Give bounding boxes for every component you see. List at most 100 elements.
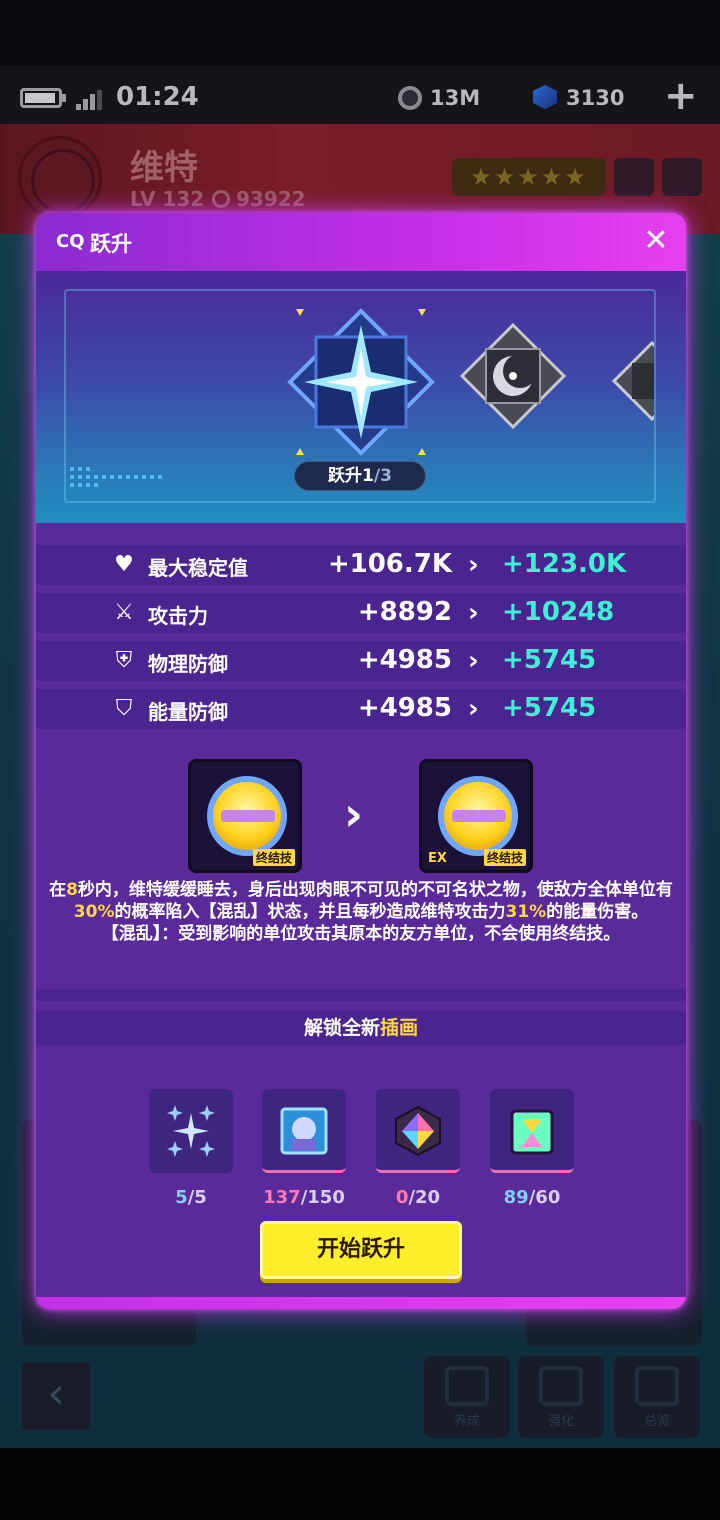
rank-next-emblem-icon: [612, 341, 654, 421]
desc-text: 的概率陷入【混乱】状态，并且每秒造成维特攻击力: [114, 902, 506, 922]
material-need: /20: [408, 1187, 441, 1208]
heart-pulse-icon: ♥: [114, 552, 134, 577]
desc-value: 31%: [505, 902, 547, 922]
clock-time: 01:24: [116, 82, 199, 112]
stat-current-value: +8892: [357, 597, 452, 627]
material-slot[interactable]: [262, 1089, 346, 1173]
material-have: 137: [263, 1187, 301, 1208]
add-currency-button[interactable]: +: [664, 76, 698, 116]
material-slot[interactable]: [149, 1089, 233, 1173]
character-portrait-icon: [280, 1107, 328, 1155]
desc-value: 8: [66, 880, 78, 900]
material-need: /150: [300, 1187, 345, 1208]
rank-max: /3: [373, 466, 392, 486]
material-count: 89/60: [482, 1187, 582, 1208]
desc-value: 30%: [73, 902, 115, 922]
skill-next-icon[interactable]: EX 终结技: [419, 759, 533, 873]
unlock-banner: 解锁全新插画: [36, 1011, 686, 1045]
material-need: /60: [528, 1187, 561, 1208]
sparkle-stars-icon: [167, 1105, 215, 1157]
top-bar: [0, 0, 720, 66]
skill-description: 在8秒内，维特缓缓睡去，身后出现肉眼不可见的不可名状之物，使敌方全体单位有30%…: [48, 879, 674, 945]
rank-label: 跃升: [328, 466, 363, 486]
character-level: LV 132: [130, 187, 205, 211]
stat-next-value: +123.0K: [502, 549, 627, 579]
coin-amount: 13M: [430, 86, 481, 110]
stat-name: 物理防御: [148, 652, 228, 676]
stat-current-value: +4985: [357, 645, 452, 675]
skill-orb-bar: [221, 810, 275, 822]
ascend-dialog: CQ 跃升 ✕ 跃升1/3 ♥ 最大稳定值 +106.7K › +123.0K …: [36, 213, 686, 1309]
prism-crystal-icon: [395, 1105, 441, 1157]
material-count: 137/150: [254, 1187, 354, 1208]
rank-moon-emblem-icon: [460, 323, 566, 429]
material-need: /5: [187, 1187, 207, 1208]
rank-star-emblem-icon: [287, 308, 435, 456]
material-have: 0: [395, 1187, 409, 1208]
stat-name: 能量防御: [148, 700, 228, 724]
hourglass-cube-icon: [510, 1109, 554, 1155]
coin-icon: [398, 86, 422, 110]
chevron-right-icon: ›: [468, 550, 479, 580]
sword-icon: ⚔: [114, 600, 134, 625]
desc-text: 在: [49, 880, 67, 900]
stat-row: ♥ 最大稳定值 +106.7K › +123.0K: [36, 545, 686, 585]
skill-current-icon[interactable]: 终结技: [188, 759, 302, 873]
signal-icon: [76, 90, 102, 110]
stat-current-value: +106.7K: [327, 549, 452, 579]
chevron-right-icon: ›: [468, 646, 479, 676]
stat-next-value: +5745: [502, 693, 597, 723]
material-slot[interactable]: [376, 1089, 460, 1173]
material-count: 5/5: [141, 1187, 241, 1208]
material-have: 5: [175, 1187, 188, 1208]
desc-status-note: 【混乱】：受到影响的单位攻击其原本的友方单位，不会使用终结技。: [101, 924, 621, 944]
material-have: 89: [503, 1187, 529, 1208]
stat-next-value: +10248: [502, 597, 615, 627]
character-power: 93922: [236, 187, 306, 211]
unlock-highlight: 插画: [380, 1017, 419, 1039]
chevron-right-icon: ›: [468, 694, 479, 724]
rank-current: 1: [362, 466, 374, 486]
material-slot[interactable]: [490, 1089, 574, 1173]
dialog-bottom-edge: [36, 1297, 686, 1309]
stat-row: ⚔ 攻击力 +8892 › +10248: [36, 593, 686, 633]
stat-row: ⛉ 能量防御 +4985 › +5745: [36, 689, 686, 729]
star-rating: ★★★★★: [452, 158, 606, 196]
ultimate-tag: 终结技: [252, 849, 295, 866]
section-divider: [36, 989, 686, 1001]
banner-dots: [70, 467, 170, 491]
close-button[interactable]: ✕: [640, 225, 672, 257]
rank-progress-pill: 跃升1/3: [294, 461, 426, 491]
shield-bolt-icon: ⛉: [115, 696, 133, 721]
skill-orb-bar: [452, 810, 506, 822]
stat-row: ⛨ 物理防御 +4985 › +5745: [36, 641, 686, 681]
dialog-title-bar: CQ 跃升 ✕: [36, 213, 686, 271]
desc-text: 的能量伤害。: [546, 902, 649, 922]
rank-badge-icon: [18, 136, 102, 220]
desc-text: 秒内，维特缓缓睡去，身后出现肉眼不可见的不可名状之物，使敌方全体单位有: [77, 880, 673, 900]
gem-amount: 3130: [566, 86, 625, 110]
rank-banner: 跃升1/3: [36, 271, 686, 523]
ascend-icon: CQ: [56, 231, 85, 252]
material-count: 0/20: [368, 1187, 468, 1208]
ultimate-tag: 终结技: [483, 849, 526, 866]
power-icon: [212, 190, 230, 208]
stat-name: 攻击力: [148, 604, 208, 628]
stat-name: 最大稳定值: [148, 556, 248, 580]
character-name: 维特: [130, 148, 198, 188]
battery-icon: [20, 88, 62, 108]
ex-tag: EX: [428, 851, 447, 866]
chevron-right-icon: ›: [344, 787, 363, 841]
dialog-title: 跃升: [90, 232, 132, 256]
shield-alert-icon: ⛨: [115, 648, 133, 673]
battery-tip: [62, 94, 66, 102]
stat-next-value: +5745: [502, 645, 597, 675]
element-swirl-icon: [614, 158, 654, 196]
chevron-right-icon: ›: [468, 598, 479, 628]
start-ascend-button[interactable]: 开始跃升: [260, 1221, 462, 1279]
unlock-text: 解锁全新: [303, 1017, 380, 1039]
bottom-bar: [0, 1448, 720, 1520]
class-icon: [662, 158, 702, 196]
stat-current-value: +4985: [357, 693, 452, 723]
stat-list: ♥ 最大稳定值 +106.7K › +123.0K ⚔ 攻击力 +8892 › …: [36, 545, 686, 737]
